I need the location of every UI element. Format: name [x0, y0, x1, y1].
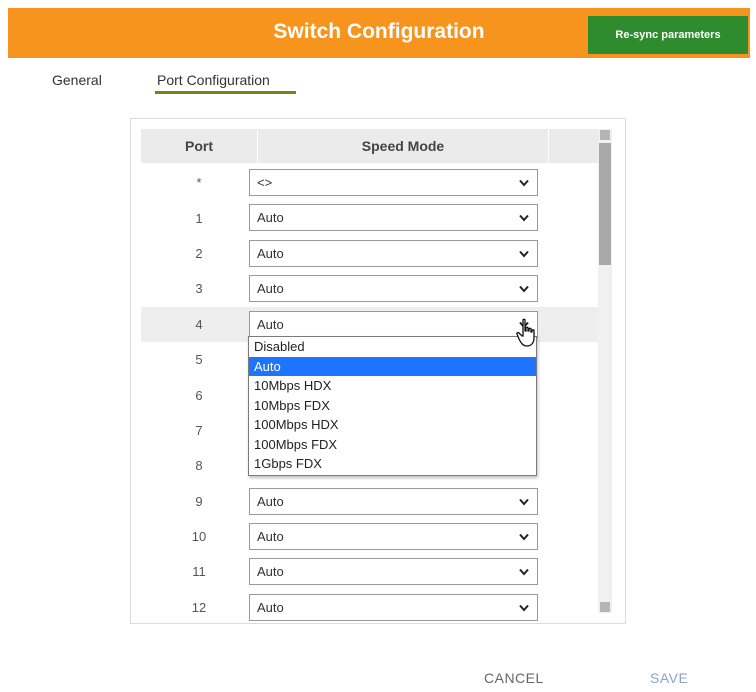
chevron-down-icon [519, 215, 529, 222]
dropdown-option[interactable]: Disabled [249, 337, 536, 357]
port-number: 5 [195, 352, 203, 368]
speed-mode-select[interactable]: Auto [249, 275, 538, 303]
speed-mode-select[interactable]: Auto [249, 593, 538, 621]
table-row: 3 Auto [141, 271, 601, 306]
scroll-down-icon[interactable] [600, 602, 610, 612]
scroll-up-icon[interactable] [600, 130, 610, 140]
port-number: 11 [192, 564, 206, 580]
save-button[interactable]: SAVE [650, 670, 688, 686]
dropdown-option[interactable]: 1Gbps FDX [249, 454, 536, 474]
header-bar: Switch Configuration Re-sync parameters [8, 8, 750, 58]
dropdown-option[interactable]: 100Mbps HDX [249, 415, 536, 435]
table-row: 1 Auto [141, 200, 601, 235]
speed-mode-value: Auto [257, 564, 284, 580]
table-row: 2 Auto [141, 236, 601, 271]
port-number: 8 [195, 458, 203, 474]
table-row: 11 Auto [141, 554, 601, 589]
chevron-down-icon [519, 604, 529, 612]
port-number: 12 [191, 599, 207, 615]
speed-mode-select[interactable]: Auto [249, 522, 538, 550]
speed-mode-value: Auto [257, 599, 284, 615]
dropdown-option[interactable]: Auto [249, 356, 536, 376]
speed-mode-value: Auto [257, 245, 284, 261]
port-number: * [196, 175, 202, 191]
dropdown-option[interactable]: 10Mbps HDX [249, 376, 536, 396]
port-number: 2 [195, 245, 203, 261]
speed-mode-value: Auto [257, 493, 284, 509]
speed-mode-value: <> [257, 175, 273, 190]
speed-mode-value: Auto [257, 528, 284, 544]
port-number: 7 [195, 422, 203, 438]
chevron-down-icon [519, 286, 529, 293]
speed-mode-select[interactable]: Auto [249, 310, 538, 338]
table-row: 9 Auto [141, 484, 601, 519]
chevron-down-icon [519, 250, 529, 258]
port-number: 4 [141, 306, 257, 342]
speed-mode-value: Auto [257, 210, 284, 226]
tab-general[interactable]: General [52, 72, 102, 88]
port-number: 1 [195, 210, 203, 226]
table-header: Port Speed Mode [141, 129, 601, 163]
speed-mode-select[interactable]: Auto [249, 204, 538, 232]
column-header-empty [549, 129, 601, 163]
resync-parameters-button[interactable]: Re-sync parameters [588, 16, 748, 54]
dropdown-option[interactable]: 10Mbps FDX [249, 396, 536, 416]
column-header-speed-mode: Speed Mode [258, 129, 549, 163]
speed-mode-select[interactable]: <> [249, 169, 538, 196]
port-number: 10 [191, 529, 207, 545]
chevron-down-icon [519, 533, 529, 541]
chevron-down-icon [519, 498, 529, 506]
speed-mode-select[interactable]: Auto [249, 487, 538, 515]
speed-mode-dropdown-list[interactable]: Disabled Auto 10Mbps HDX 10Mbps FDX 100Mbps … [248, 336, 537, 476]
port-number: 6 [195, 387, 203, 403]
tab-port-configuration[interactable]: Port Configuration [157, 72, 270, 88]
dropdown-option[interactable]: 100Mbps FDX [249, 435, 536, 455]
scroll-thumb[interactable] [599, 143, 611, 265]
vertical-scrollbar[interactable] [598, 129, 612, 613]
table-row: 10 Auto [141, 519, 601, 554]
active-tab-indicator [155, 91, 296, 94]
port-number: 9 [195, 493, 203, 509]
column-header-port: Port [141, 129, 258, 163]
speed-mode-select[interactable]: Auto [249, 239, 538, 267]
speed-mode-select[interactable]: Auto [249, 558, 538, 586]
chevron-down-icon [519, 569, 529, 576]
chevron-down-icon [519, 179, 529, 187]
table-row: * <> [141, 165, 601, 200]
table-row: 12 Auto [141, 590, 601, 623]
speed-mode-value: Auto [257, 281, 284, 297]
port-number: 3 [195, 281, 203, 297]
cancel-button[interactable]: CANCEL [484, 670, 544, 686]
speed-mode-value: Auto [257, 316, 284, 332]
hand-pointer-icon [516, 318, 535, 347]
